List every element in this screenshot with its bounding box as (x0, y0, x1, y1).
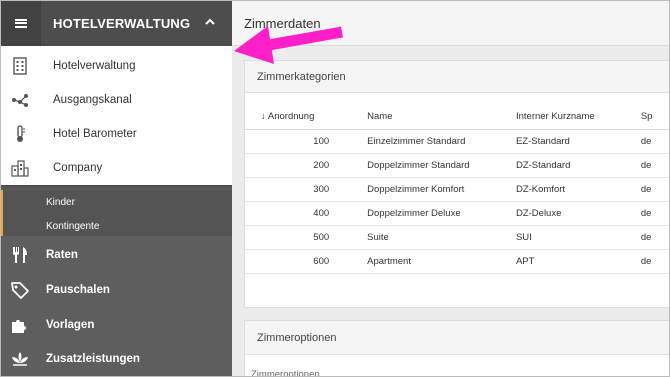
column-header-sprache[interactable]: Sp (640, 105, 669, 130)
order-cell: 600 (245, 249, 368, 274)
dropdown-item-label: Hotelverwaltung (53, 60, 136, 72)
sidebar-header: HOTELVERWALTUNG (0, 0, 232, 46)
short-name-cell: EZ-Standard (515, 129, 641, 154)
language-cell: de (640, 201, 669, 226)
name-cell: Einzelzimmer Standard (367, 129, 516, 154)
sort-arrow-down-icon: ↓ (261, 111, 266, 123)
sidebar-item-zusatzleistungen[interactable]: Zusatzleistungen (0, 342, 232, 376)
short-name-cell: SUI (515, 225, 641, 250)
column-header-anordnung[interactable]: ↓ Anordnung (245, 105, 368, 130)
sidebar-item-label: Vorlagen (46, 319, 95, 331)
name-cell: Suite (367, 225, 516, 250)
dropdown-item-ausgangskanal[interactable]: Ausgangskanal (0, 83, 232, 117)
column-header-kurzname[interactable]: Interner Kurzname (515, 105, 641, 130)
language-cell: de (640, 129, 669, 154)
table-header-row: ↓ Anordnung Name Interner Kurzname Sp (245, 105, 669, 130)
room-options-card: Zimmeroptionen Zimmeroptionen (244, 320, 670, 377)
sidebar-item-label: Pauschalen (46, 284, 110, 296)
submenu-item-kontingente[interactable]: Kontingente (46, 221, 99, 232)
card-header: Zimmeroptionen (245, 321, 670, 355)
dropdown-item-hotel-barometer[interactable]: Hotel Barometer (0, 117, 232, 151)
short-name-cell: DZ-Standard (515, 153, 641, 178)
dropdown-item-hotelverwaltung[interactable]: Hotelverwaltung (0, 49, 232, 83)
share-nodes-icon (12, 94, 28, 107)
hamburger-icon (14, 18, 27, 28)
sidebar-item-vorlagen[interactable]: Vorlagen (0, 308, 232, 342)
order-cell: 200 (245, 153, 368, 178)
lotus-icon (12, 352, 28, 366)
name-cell: Doppelzimmer Standard (367, 153, 516, 178)
table-row[interactable]: 400 Doppelzimmer Deluxe DZ-Deluxe de (245, 201, 669, 226)
order-cell: 500 (245, 225, 368, 250)
hamburger-menu-button[interactable] (0, 0, 41, 46)
table-row[interactable]: 500 Suite SUI de (245, 225, 669, 250)
active-indicator (0, 190, 3, 236)
submenu-item-kinder[interactable]: Kinder (46, 197, 75, 208)
sidebar-item-label: Raten (46, 249, 78, 261)
sidebar-item-raten[interactable]: Raten (0, 238, 232, 272)
cutlery-icon (13, 247, 27, 263)
name-cell: Doppelzimmer Deluxe (367, 201, 516, 226)
sidebar-item-label: Zusatzleistungen (46, 353, 140, 365)
thermometer-icon (17, 125, 25, 142)
annotation-arrow-icon (234, 26, 343, 64)
name-cell: Apartment (367, 249, 516, 274)
table-row[interactable]: 600 Apartment APT de (245, 249, 669, 274)
section-dropdown-menu: Hotelverwaltung Ausgangskanal Hotel Baro… (0, 46, 232, 185)
chevron-up-icon[interactable] (204, 17, 216, 27)
sidebar-item-pauschalen[interactable]: Pauschalen (0, 273, 232, 307)
language-cell: de (640, 249, 669, 274)
table-row[interactable]: 100 Einzelzimmer Standard EZ-Standard de (245, 129, 669, 154)
dropdown-item-label: Ausgangskanal (53, 94, 132, 106)
card-title: Zimmerkategorien (257, 71, 346, 83)
name-cell: Doppelzimmer Komfort (367, 177, 516, 202)
short-name-cell: DZ-Deluxe (515, 201, 641, 226)
card-subtitle: Zimmeroptionen (251, 369, 320, 377)
language-cell: de (640, 153, 669, 178)
column-header-label: Anordnung (267, 111, 315, 123)
puzzle-icon (12, 320, 26, 333)
card-title: Zimmeroptionen (257, 332, 337, 344)
tag-icon (11, 282, 29, 299)
short-name-cell: APT (515, 249, 641, 274)
table-row[interactable]: 200 Doppelzimmer Standard DZ-Standard de (245, 153, 669, 178)
room-categories-card: Zimmerkategorien ↓ Anordnung Name Intern… (244, 60, 670, 308)
language-cell: de (640, 225, 669, 250)
table-row[interactable]: 300 Doppelzimmer Komfort DZ-Komfort de (245, 177, 669, 202)
sidebar-section-title[interactable]: HOTELVERWALTUNG (53, 16, 190, 31)
column-header-name[interactable]: Name (367, 105, 516, 130)
dropdown-item-label: Company (53, 162, 103, 174)
sidebar: HOTELVERWALTUNG Hotelverwaltung Ausgangs (0, 0, 232, 377)
order-cell: 400 (245, 201, 368, 226)
dropdown-item-label: Hotel Barometer (53, 128, 137, 140)
order-cell: 300 (245, 177, 368, 202)
short-name-cell: DZ-Komfort (515, 177, 641, 202)
building-icon (13, 57, 27, 75)
order-cell: 100 (245, 129, 368, 154)
room-categories-table: ↓ Anordnung Name Interner Kurzname Sp 10… (245, 105, 669, 274)
language-cell: de (640, 177, 669, 202)
dropdown-item-company[interactable]: Company (0, 151, 232, 185)
city-icon (11, 160, 29, 177)
submenu: Kinder Kontingente (0, 190, 232, 236)
